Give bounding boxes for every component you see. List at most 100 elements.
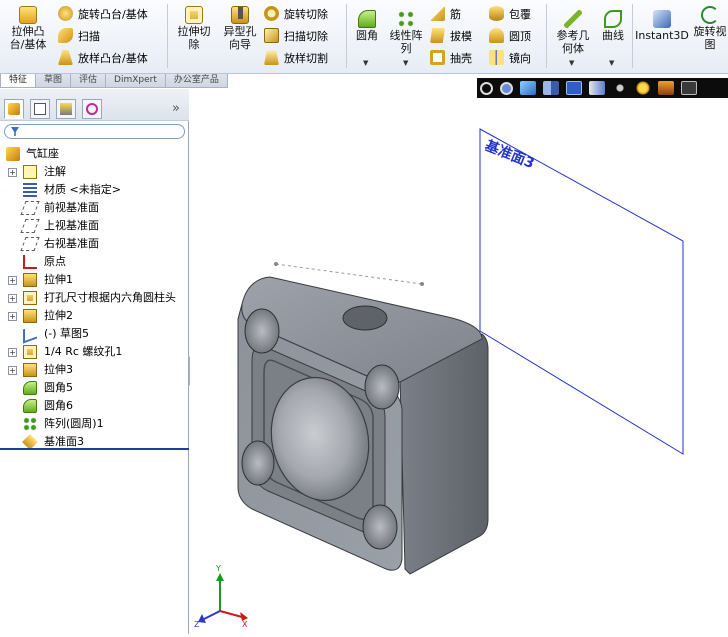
tab-features[interactable]: 特征 xyxy=(0,74,37,88)
tree-expand-toggle[interactable]: + xyxy=(8,294,17,303)
revolve-cut-button[interactable]: 旋转切除 xyxy=(264,6,328,24)
curves-icon xyxy=(604,10,622,28)
filter-icon xyxy=(11,127,19,136)
wrap-button[interactable]: 包覆 xyxy=(489,6,531,24)
tree-item-label: 右视基准面 xyxy=(44,237,99,250)
feature-filter-input[interactable] xyxy=(4,124,185,139)
rib-button[interactable]: 筋 xyxy=(430,6,461,24)
rotate-view-button[interactable]: 旋转视 图 xyxy=(692,6,728,51)
mirror-button[interactable]: 镜向 xyxy=(489,50,531,68)
origin-icon xyxy=(23,255,37,269)
ribbon-separator xyxy=(546,4,547,68)
hide-show-items-icon[interactable] xyxy=(612,81,628,95)
reference-geometry-dropdown-arrow[interactable]: ▼ xyxy=(569,59,574,67)
plane-icon xyxy=(20,237,40,251)
tree-item[interactable]: 上视基准面 xyxy=(0,217,189,235)
shell-button[interactable]: 抽壳 xyxy=(430,50,472,68)
apply-scene-icon[interactable] xyxy=(658,81,674,95)
loft-cut-icon xyxy=(264,50,279,65)
tree-expand-toggle[interactable]: + xyxy=(8,312,17,321)
reference-geometry-button[interactable]: 参考几 何体 xyxy=(550,10,596,55)
fillet-dropdown-arrow[interactable]: ▼ xyxy=(363,59,368,67)
draft-icon xyxy=(430,28,445,43)
pattern-dropdown-arrow[interactable]: ▼ xyxy=(403,59,408,67)
zoom-to-fit-icon[interactable] xyxy=(480,81,493,95)
tree-item[interactable]: + 拉伸3 xyxy=(0,361,189,379)
tree-expand-toggle[interactable]: + xyxy=(8,168,17,177)
tree-item[interactable]: 右视基准面 xyxy=(0,235,189,253)
revolve-boss-icon xyxy=(58,6,73,21)
heads-up-view-toolbar xyxy=(477,78,728,98)
tree-item[interactable]: + 拉伸1 xyxy=(0,271,189,289)
tree-expand-toggle[interactable]: + xyxy=(8,366,17,375)
tab-property-manager[interactable] xyxy=(30,99,50,119)
extrude-cut-button[interactable]: 拉伸切 除 xyxy=(170,6,218,51)
tab-sketch[interactable]: 草图 xyxy=(35,74,72,88)
tab-office-products[interactable]: 办公室产品 xyxy=(164,74,228,88)
loft-boss-button[interactable]: 放样凸台/基体 xyxy=(58,50,148,68)
tab-configuration-manager[interactable] xyxy=(56,99,76,119)
view-settings-icon[interactable] xyxy=(681,81,697,95)
tree-item[interactable]: 材质 <未指定> xyxy=(0,181,189,199)
dome-button[interactable]: 圆顶 xyxy=(489,28,531,46)
curves-button[interactable]: 曲线 xyxy=(597,10,629,42)
revolve-boss-button[interactable]: 旋转凸台/基体 xyxy=(58,6,148,24)
panel-tabs: » xyxy=(0,89,189,121)
mirror-icon xyxy=(489,50,504,65)
draft-button[interactable]: 拔模 xyxy=(430,28,472,46)
tree-expand-toggle[interactable]: + xyxy=(8,348,17,357)
section-view-icon[interactable] xyxy=(543,81,559,95)
tab-dimxpert[interactable]: DimXpert xyxy=(105,74,166,88)
linear-pattern-button[interactable]: 线性阵 列 xyxy=(386,10,426,55)
material-icon xyxy=(23,183,37,197)
top-port-hole xyxy=(342,305,388,331)
tree-item[interactable]: 原点 xyxy=(0,253,189,271)
sketch-icon xyxy=(23,324,37,344)
graphics-area[interactable]: 基准面3 Y X Z xyxy=(190,99,728,634)
tree-item[interactable]: + 注解 xyxy=(0,163,189,181)
tab-dimxpert-manager[interactable] xyxy=(82,99,102,119)
tree-item[interactable]: 圆角5 xyxy=(0,379,189,397)
zoom-to-area-icon[interactable] xyxy=(500,81,513,95)
loft-cut-button[interactable]: 放样切割 xyxy=(264,50,328,68)
fillet-icon xyxy=(358,10,376,28)
sweep-button[interactable]: 扫描 xyxy=(58,28,100,46)
corner-hole xyxy=(241,440,275,486)
curves-dropdown-arrow[interactable]: ▼ xyxy=(609,59,614,67)
hole-icon xyxy=(23,291,37,305)
reference-geometry-icon xyxy=(564,10,582,28)
tab-feature-manager[interactable] xyxy=(4,99,24,119)
tree-item[interactable]: 圆角6 xyxy=(0,397,189,415)
tree-item[interactable]: 阵列(圆周)1 xyxy=(0,415,189,433)
tree-item[interactable]: (-) 草图5 xyxy=(0,324,189,344)
instant3d-button[interactable]: Instant3D xyxy=(634,10,690,42)
tree-item[interactable]: + 打孔尺寸根据内六角圆柱头 xyxy=(0,289,189,307)
tree-item-label: (-) 草图5 xyxy=(44,327,90,340)
tree-item[interactable]: + 拉伸2 xyxy=(0,307,189,325)
view-orientation-icon[interactable] xyxy=(566,81,582,95)
axis-line xyxy=(275,263,423,285)
tree-item[interactable]: 前视基准面 xyxy=(0,199,189,217)
previous-view-icon[interactable] xyxy=(520,81,536,95)
hole-wizard-button[interactable]: 异型孔 向导 xyxy=(218,6,262,51)
sweep-cut-button[interactable]: 扫描切除 xyxy=(264,28,328,46)
ribbon-separator xyxy=(346,4,347,68)
tree-root-part[interactable]: 气缸座 xyxy=(0,145,189,163)
edit-appearance-icon[interactable] xyxy=(635,81,651,95)
rollback-bar[interactable] xyxy=(0,448,189,450)
extrude-boss-icon xyxy=(19,6,37,24)
reference-plane-3[interactable] xyxy=(479,128,684,455)
tree-item-label: 上视基准面 xyxy=(44,219,99,232)
hole-wizard-icon xyxy=(231,6,249,24)
tree-item[interactable]: +1/4 Rc 螺纹孔1 xyxy=(0,343,189,361)
extrude-boss-button[interactable]: 拉伸凸 台/基体 xyxy=(4,6,52,51)
panel-expand-arrow[interactable]: » xyxy=(172,101,180,116)
hole-icon xyxy=(23,345,37,359)
display-style-icon[interactable] xyxy=(589,81,605,95)
tab-evaluate[interactable]: 评估 xyxy=(70,74,107,88)
property-manager-icon xyxy=(34,103,46,115)
instant3d-icon xyxy=(653,10,671,28)
rotate-view-icon xyxy=(701,6,719,24)
tree-expand-toggle[interactable]: + xyxy=(8,276,17,285)
fillet-button[interactable]: 圆角 xyxy=(350,10,384,42)
